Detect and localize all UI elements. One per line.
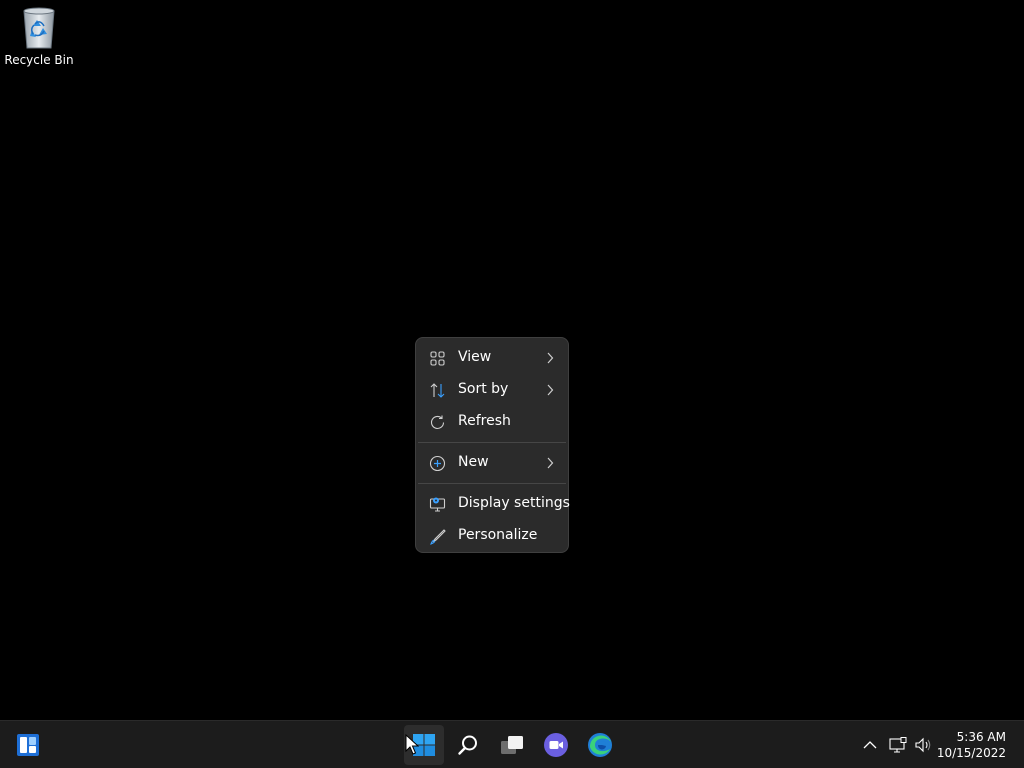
taskbar-widgets-button[interactable] <box>8 725 48 765</box>
menu-item-sort-by[interactable]: Sort by <box>416 374 568 406</box>
clock-date: 10/15/2022 <box>936 746 1006 760</box>
mouse-cursor-icon <box>405 734 419 755</box>
grid-view-icon <box>430 351 445 366</box>
display-settings-icon <box>429 497 446 512</box>
chevron-up-icon <box>863 741 877 749</box>
chevron-right-icon <box>547 457 554 469</box>
tray-network-button[interactable] <box>888 721 908 768</box>
refresh-icon <box>430 415 445 429</box>
brush-icon <box>430 529 446 545</box>
tray-overflow-button[interactable] <box>860 721 880 768</box>
new-plus-icon <box>429 455 446 472</box>
menu-item-personalize[interactable]: Personalize <box>416 520 568 552</box>
menu-item-label: Display settings <box>458 495 570 511</box>
sort-icon <box>430 383 445 398</box>
widgets-icon <box>17 734 39 756</box>
tray-volume-button[interactable] <box>912 721 934 768</box>
menu-item-label: Personalize <box>458 527 538 543</box>
taskbar-search-button[interactable] <box>448 725 488 765</box>
taskbar-task-view-button[interactable] <box>492 725 532 765</box>
volume-icon <box>915 737 931 753</box>
menu-item-label: Sort by <box>458 381 509 397</box>
menu-item-view[interactable]: View <box>416 342 568 374</box>
task-view-icon <box>501 736 523 754</box>
chevron-right-icon <box>547 352 554 364</box>
search-icon <box>458 735 477 755</box>
chevron-right-icon <box>547 384 554 396</box>
recycle-bin-icon <box>23 7 55 49</box>
desktop-icon-recycle-bin[interactable]: Recycle Bin <box>4 6 74 78</box>
menu-item-label: New <box>458 454 489 470</box>
taskbar: 5:36 AM 10/15/2022 <box>0 720 1024 768</box>
edge-browser-icon <box>588 733 612 757</box>
menu-item-new[interactable]: New <box>416 447 568 479</box>
desktop[interactable]: Recycle Bin View Sort by Refresh New Dis… <box>0 0 1024 720</box>
menu-separator <box>418 483 566 484</box>
taskbar-chat-button[interactable] <box>536 725 576 765</box>
taskbar-edge-button[interactable] <box>580 725 620 765</box>
desktop-context-menu: View Sort by Refresh New Display setting… <box>415 337 570 553</box>
network-icon <box>889 737 907 753</box>
menu-separator <box>418 442 566 443</box>
menu-item-label: View <box>458 349 492 365</box>
taskbar-clock[interactable]: 5:36 AM 10/15/2022 <box>937 729 1006 761</box>
menu-item-label: Refresh <box>458 413 511 429</box>
menu-item-display-settings[interactable]: Display settings <box>416 488 570 520</box>
chat-video-icon <box>544 733 568 757</box>
menu-item-refresh[interactable]: Refresh <box>416 406 568 438</box>
desktop-icon-label: Recycle Bin <box>4 53 74 67</box>
clock-time: 5:36 AM <box>956 730 1006 744</box>
